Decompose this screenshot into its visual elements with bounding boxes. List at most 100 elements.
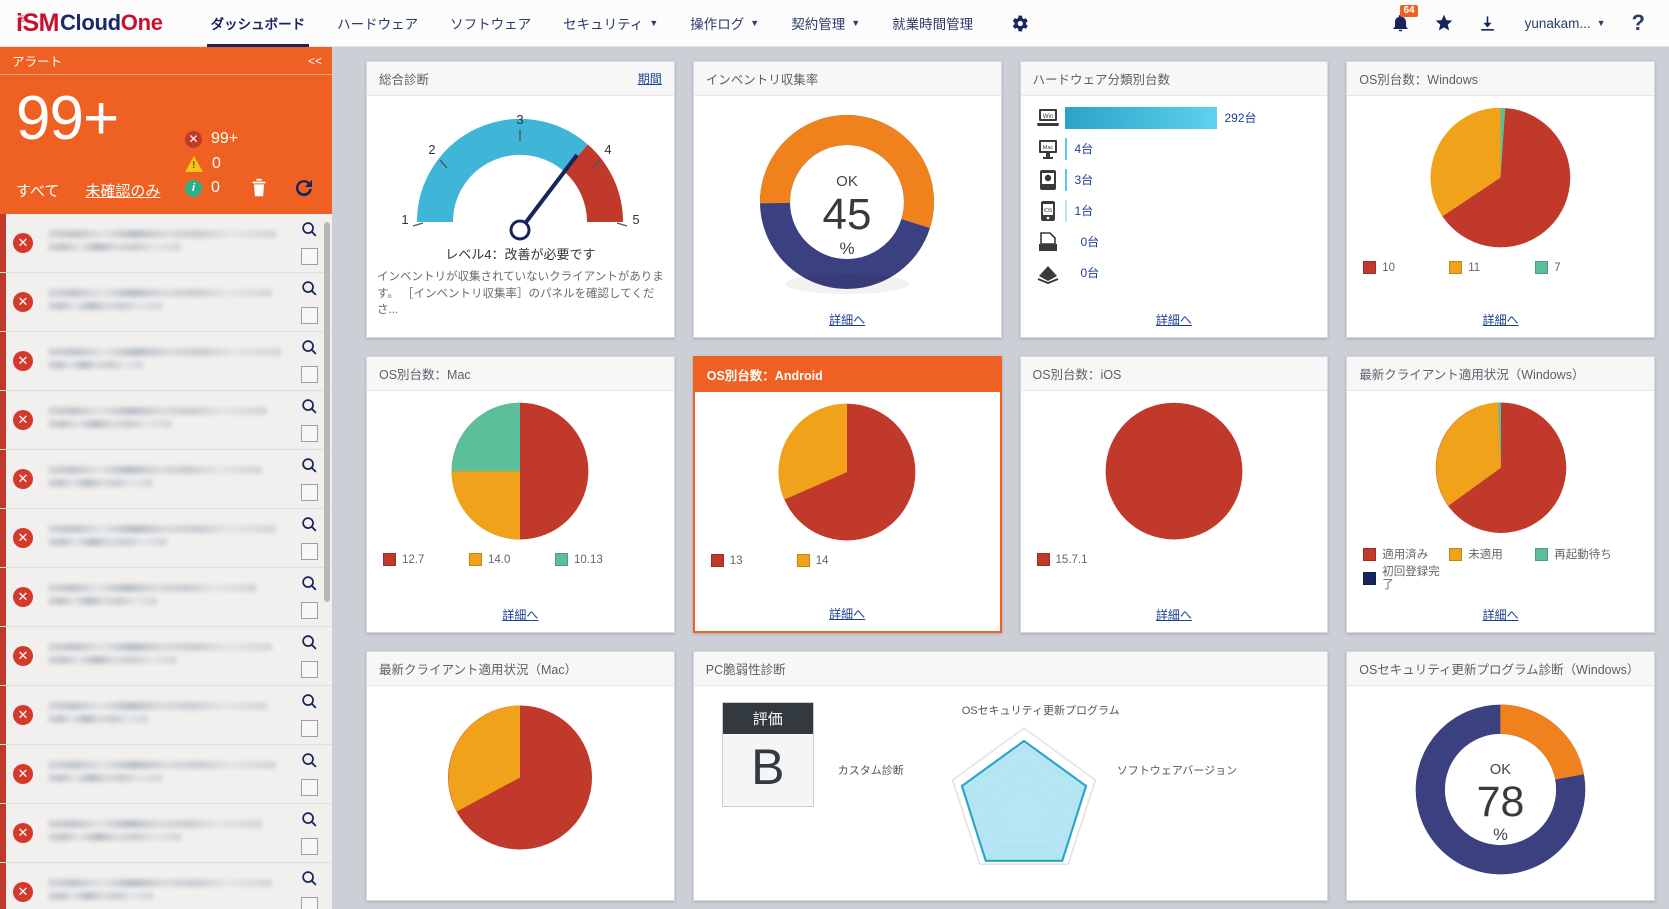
panel-header: PC脆弱性診断 [693,652,1328,686]
filter-unconfirmed-button[interactable]: 未確認のみ [85,180,160,201]
alert-list-item[interactable]: ✕ [0,450,332,509]
alert-list-item[interactable]: ✕ [0,332,332,391]
favorites-button[interactable] [1424,13,1464,33]
alert-checkbox[interactable] [300,720,318,737]
nav-item-software[interactable]: ソフトウェア [434,0,547,47]
alert-list-item[interactable]: ✕ [0,745,332,804]
alert-checkbox[interactable] [300,425,318,442]
alert-checkbox[interactable] [300,366,318,383]
alert-checkbox[interactable] [300,779,318,796]
alert-checkbox[interactable] [300,543,318,560]
panel-os-count-windows[interactable]: OS別台数：Windows 10 11 7 詳細へ [1346,61,1655,338]
search-icon[interactable] [301,221,318,243]
detail-link[interactable]: 詳細へ [695,605,1000,631]
panel-os-count-mac[interactable]: OS別台数：Mac 12.7 14.0 10.13 詳細へ [366,356,675,633]
settings-button[interactable] [989,0,1044,47]
alert-checkbox[interactable] [300,897,318,909]
nav-item-dashboard[interactable]: ダッシュボード [195,0,322,47]
search-icon[interactable] [301,752,318,774]
panel-os-count-android[interactable]: OS別台数：Android 13 14 詳細へ [692,356,1002,633]
panel-os-security-update[interactable]: OSセキュリティ更新プログラム診断（Windows） OK 78 % [1346,651,1655,901]
user-menu[interactable]: yunakam... ▼ [1511,16,1614,31]
alert-checkbox[interactable] [300,248,318,265]
detail-link[interactable]: 詳細へ [1021,606,1328,632]
client-mac-pie-svg [448,705,593,850]
alert-list-item[interactable]: ✕ [0,214,332,273]
search-icon[interactable] [301,339,318,361]
alert-checkbox[interactable] [300,307,318,324]
legend-item: 10 [1363,261,1441,274]
search-icon[interactable] [301,811,318,833]
nav-item-operation-log[interactable]: 操作ログ ▼ [674,0,775,47]
legend-label: 10 [1382,261,1396,274]
panel-pc-vulnerability[interactable]: PC脆弱性診断 評価 B OSセキュリティ更新プログラム ソフトウェアバージョン… [692,651,1329,901]
mac-pie-chart [377,397,664,549]
search-icon[interactable] [301,634,318,656]
search-icon[interactable] [301,398,318,420]
alert-text-redacted [48,820,286,846]
refresh-alerts-button[interactable] [292,176,316,205]
panel-client-status-mac[interactable]: 最新クライアント適用状況（Mac） [366,651,675,901]
alert-list-item[interactable]: ✕ [0,273,332,332]
error-icon: ✕ [13,764,33,784]
legend-label: 14.0 [488,553,511,566]
severity-bar [0,568,6,626]
panel-header: OS別台数：Windows [1347,62,1654,96]
collapse-sidebar-button[interactable]: << [308,54,322,68]
panel-title: ハードウェア分類別台数 [1032,73,1171,87]
panel-overall-diagnosis[interactable]: 総合診断 期間 1 2 3 4 5 レベル4：改善が必要です インベントリが収集… [366,61,675,338]
help-button[interactable]: ? [1618,10,1653,36]
nav-item-security[interactable]: セキュリティ ▼ [547,0,674,47]
alert-checkbox[interactable] [300,484,318,501]
detail-link[interactable]: 詳細へ [694,311,1001,337]
printer-icon [1031,231,1065,253]
search-icon[interactable] [301,693,318,715]
alert-list-item[interactable]: ✕ [0,804,332,863]
period-link[interactable]: 期間 [638,70,662,87]
detail-link[interactable]: 詳細へ [1347,311,1654,337]
panel-client-status-windows[interactable]: 最新クライアント適用状況（Windows） 適用済み 未適用 再起動待ち 初回登… [1346,356,1655,633]
legend-item: 12.7 [383,553,461,566]
severity-bar [0,745,6,803]
notifications-button[interactable]: 64 [1381,4,1420,33]
nav-item-hardware[interactable]: ハードウェア [321,0,434,47]
nav-item-worktime-management[interactable]: 就業時間管理 [876,0,989,47]
grade-value: B [722,734,813,806]
nav-item-contract-management[interactable]: 契約管理 ▼ [775,0,876,47]
alert-list-item[interactable]: ✕ [0,627,332,686]
alert-list-item[interactable]: ✕ [0,391,332,450]
delete-alerts-button[interactable] [248,176,270,205]
download-button[interactable] [1468,14,1507,33]
hardware-bar-other: 0台 [1065,264,1318,281]
alert-sidebar: アラート << 99+ ✕ 99+ 0 i 0 すべて 未確認のみ [0,47,332,909]
detail-link[interactable]: 詳細へ [367,606,674,632]
alert-list[interactable]: ✕ ✕ ✕ ✕ ✕ ✕ ✕ ✕ ✕ ✕ ✕ ✕ [0,214,332,909]
filter-all-button[interactable]: すべて [16,180,59,201]
alert-text-redacted [48,525,286,551]
detail-link[interactable]: 詳細へ [1347,606,1654,632]
alert-list-item[interactable]: ✕ [0,568,332,627]
error-icon: ✕ [13,351,33,371]
alert-total-count: 99+ [16,84,119,153]
alert-list-item[interactable]: ✕ [0,509,332,568]
alert-checkbox[interactable] [300,602,318,619]
alert-checkbox[interactable] [300,838,318,855]
detail-link[interactable]: 詳細へ [1021,311,1328,337]
panel-title: OS別台数：Mac [379,368,471,382]
search-icon[interactable] [301,457,318,479]
alert-list-item[interactable]: ✕ [0,863,332,909]
alert-list-scrollbar[interactable] [324,222,330,602]
search-icon[interactable] [301,280,318,302]
alert-row-actions [286,752,332,796]
alert-checkbox[interactable] [300,661,318,678]
brand-logo[interactable]: ® iSM Cloud One [0,9,177,38]
panel-os-count-ios[interactable]: OS別台数：iOS 15.7.1 詳細へ [1019,356,1329,633]
search-icon[interactable] [301,575,318,597]
search-icon[interactable] [301,870,318,892]
alert-list-item[interactable]: ✕ [0,686,332,745]
hardware-count: 3台 [1074,173,1094,187]
panel-inventory-collection-rate[interactable]: インベントリ収集率 OK 45 % 詳細へ [692,61,1002,338]
search-icon[interactable] [301,516,318,538]
panel-hardware-by-category[interactable]: ハードウェア分類別台数 Win 292台 Mac 4台 3台 iOS 1台 0台… [1019,61,1329,338]
panel-title: OS別台数：Android [706,369,823,383]
